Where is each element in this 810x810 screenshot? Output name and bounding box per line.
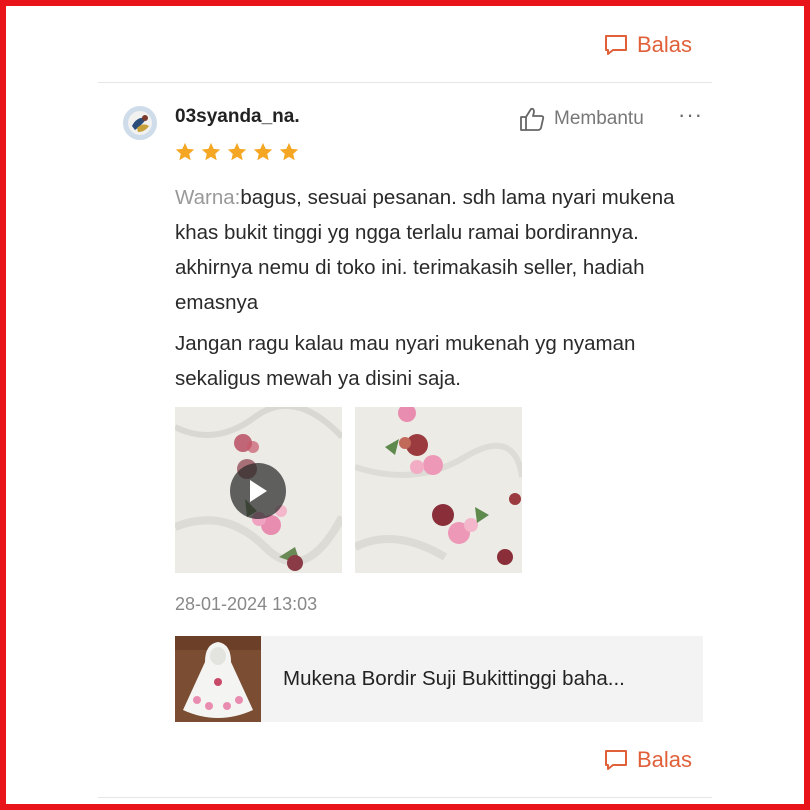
reply-label: Balas: [636, 32, 692, 57]
reviewer-username[interactable]: 03syanda_na.: [175, 106, 300, 128]
star-rating: [174, 141, 300, 163]
more-options-icon[interactable]: ···: [678, 102, 703, 128]
review-text: Warna:bagus, sesuai pesanan. sdh lama ny…: [175, 180, 695, 320]
reply-button-top[interactable]: Balas: [603, 32, 692, 58]
chat-bubble-icon: [604, 35, 627, 55]
variant-label: Warna:: [175, 186, 241, 209]
helpful-button[interactable]: Membantu: [518, 106, 644, 132]
review-date: 28-01-2024 13:03: [175, 594, 318, 614]
thumbs-up-icon: [520, 107, 545, 131]
play-icon[interactable]: [230, 463, 286, 519]
avatar[interactable]: [123, 106, 157, 140]
product-thumbnail[interactable]: [175, 636, 261, 722]
review-body: bagus, sesuai pesanan. sdh lama nyari mu…: [175, 186, 675, 314]
screenshot-frame: Balas 03syanda_na. Membantu ··· Warna:ba…: [0, 0, 810, 810]
star-icon: [227, 142, 247, 161]
product-name[interactable]: Mukena Bordir Suji Bukittinggi baha...: [283, 667, 683, 691]
product-card[interactable]: Mukena Bordir Suji Bukittinggi baha...: [175, 636, 703, 722]
reply-label: Balas: [636, 747, 692, 772]
divider: [98, 797, 712, 798]
star-icon: [201, 142, 221, 161]
chat-bubble-icon: [604, 750, 627, 770]
reply-button-bottom[interactable]: Balas: [603, 747, 692, 773]
divider: [98, 82, 712, 83]
star-icon: [253, 142, 273, 161]
star-icon: [279, 142, 299, 161]
review-image-thumbnail[interactable]: [355, 407, 522, 573]
review-text-continued: Jangan ragu kalau mau nyari mukenah yg n…: [175, 332, 636, 390]
helpful-label: Membantu: [554, 108, 644, 129]
star-icon: [175, 142, 195, 161]
review-video-thumbnail[interactable]: [175, 407, 342, 573]
